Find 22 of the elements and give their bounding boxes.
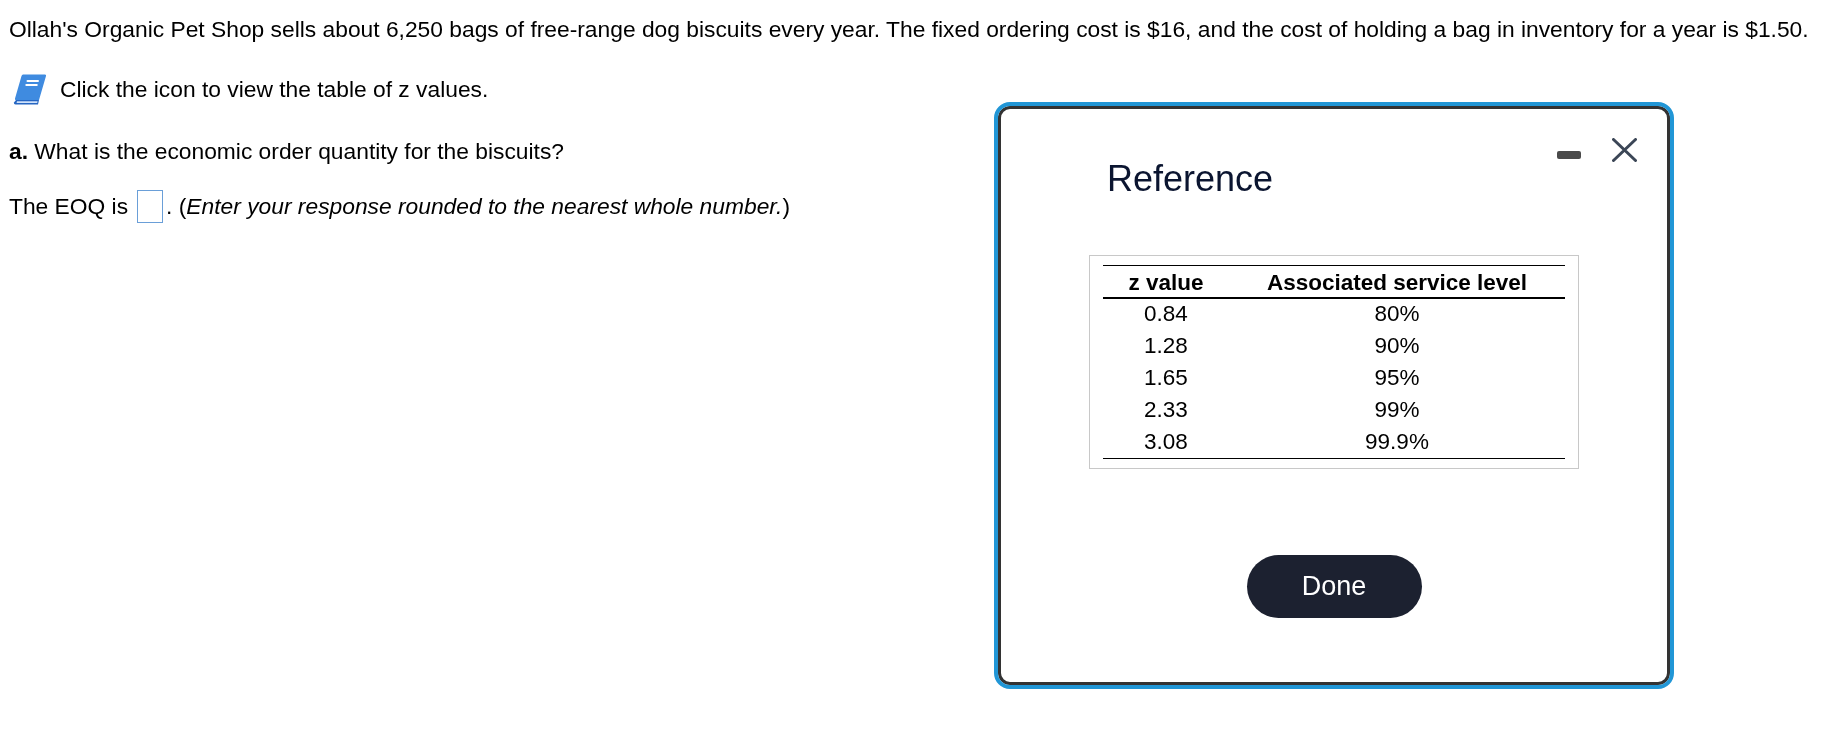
dialog-title: Reference bbox=[1107, 157, 1274, 200]
table-cell-text: 99% bbox=[1373, 395, 1421, 424]
table-cell-text: 2.33 bbox=[1143, 395, 1189, 424]
table-cell: 80% bbox=[1229, 298, 1565, 330]
problem-statement: Ollah's Organic Pet Shop sells about 6,250 bags of free-range dog biscuits every year. The fixed ordering cost is $16, and the cost of holding a bag in inventory for a year is $1.50. bbox=[9, 15, 1809, 44]
done-button[interactable]: Done bbox=[1246, 554, 1422, 618]
book-icon[interactable] bbox=[13, 72, 47, 106]
answer-instruction: . (Enter your response rounded to the nearest whole number.) bbox=[166, 192, 790, 221]
close-icon[interactable] bbox=[1612, 138, 1637, 162]
table-cell: 0.84 bbox=[1103, 298, 1229, 330]
column-header: z value bbox=[1103, 265, 1229, 298]
table-cell: 3.08 bbox=[1103, 426, 1229, 458]
column-header: Associated service level bbox=[1229, 265, 1565, 298]
table-cell-text: 1.28 bbox=[1143, 331, 1189, 360]
table-cell-text: 1.65 bbox=[1143, 363, 1189, 392]
instruction-text: Click the icon to view the table of z values. bbox=[60, 75, 489, 104]
answer-field[interactable] bbox=[137, 189, 164, 223]
answer-label: The EOQ is bbox=[9, 192, 129, 221]
table-cell: 99.9% bbox=[1229, 426, 1565, 458]
table-cell-text: 95% bbox=[1373, 363, 1421, 392]
question-text: a. What is the economic order quantity for the biscuits? bbox=[9, 137, 564, 166]
table-cell-text: 90% bbox=[1373, 331, 1421, 360]
